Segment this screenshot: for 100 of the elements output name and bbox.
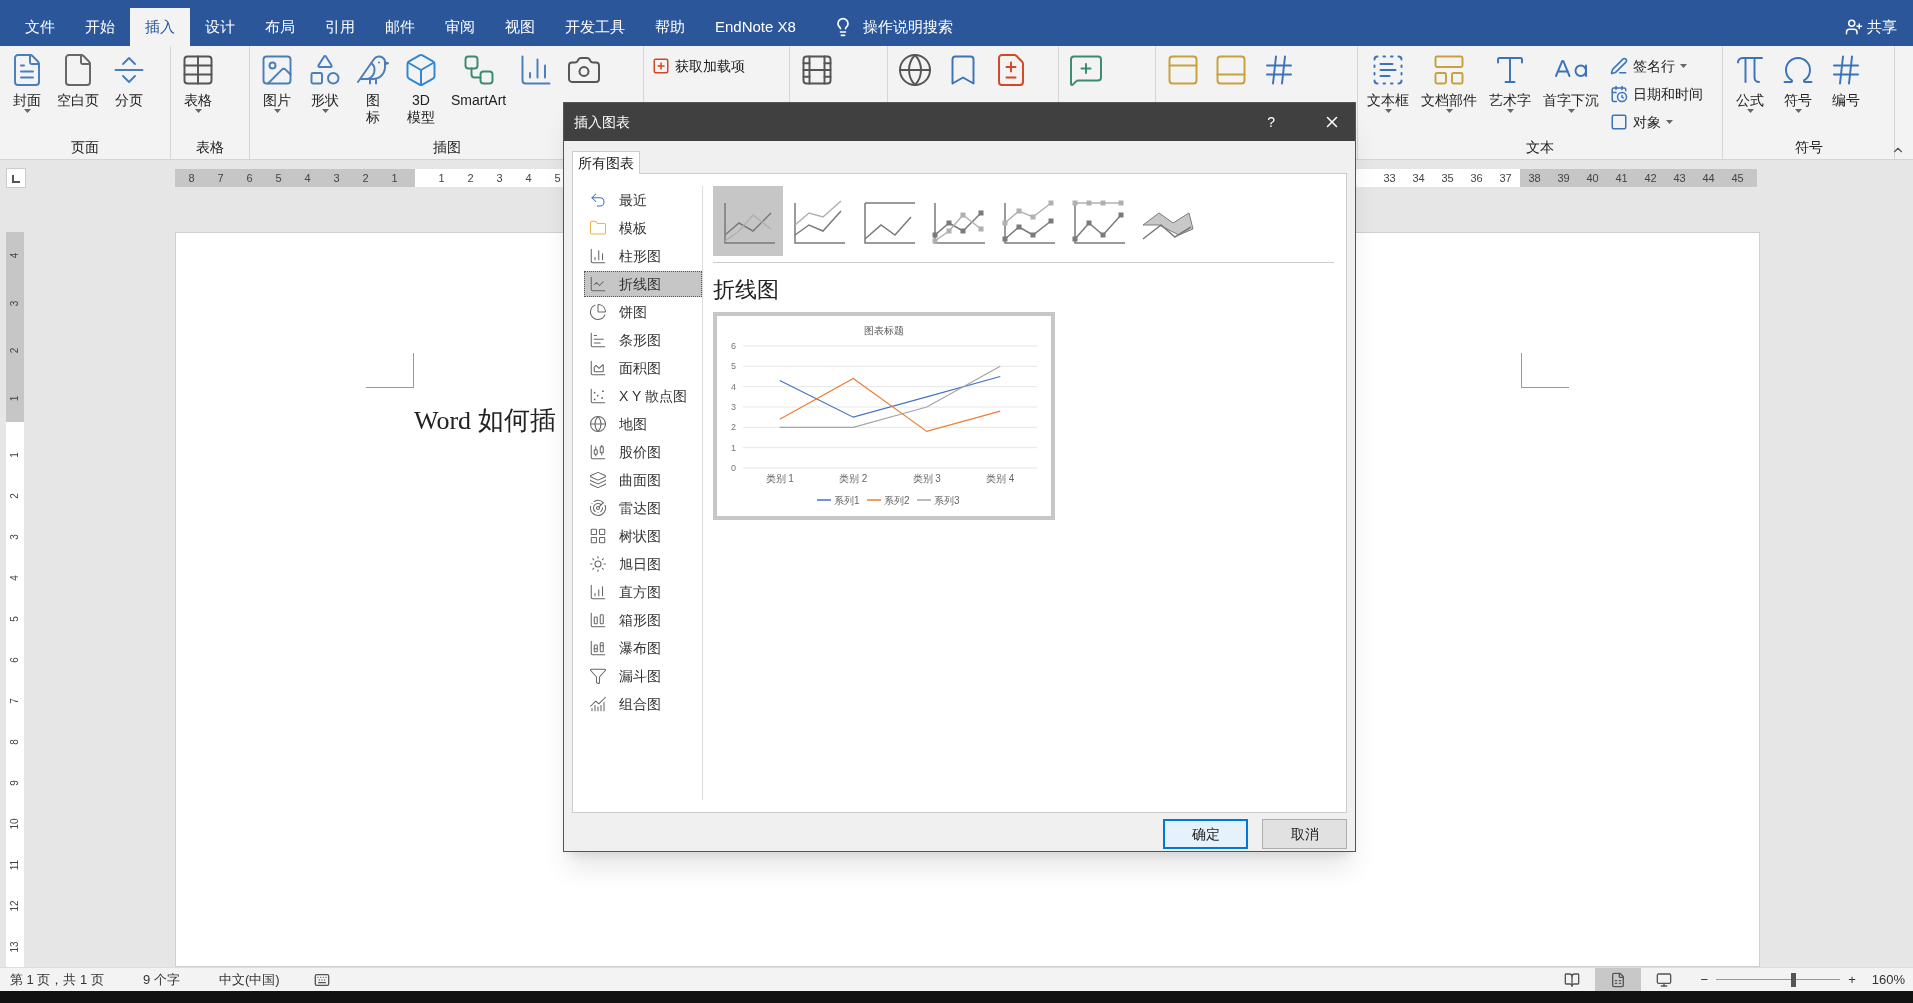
ribbon-button[interactable]: 空白页 [52, 52, 104, 137]
dialog-tab[interactable]: 所有图表 [572, 151, 640, 174]
calendar-clock-icon [1610, 85, 1628, 103]
ribbon-button[interactable]: 图片 [254, 52, 300, 137]
cancel-button[interactable]: 取消 [1262, 819, 1347, 849]
ribbon-tab[interactable]: 引用 [310, 8, 370, 46]
chart-type-item[interactable]: 曲面图 [584, 467, 702, 493]
ribbon-small-button[interactable]: 对象 [1610, 110, 1703, 134]
chart-type-item[interactable]: 模板 [584, 215, 702, 241]
zoom-slider[interactable] [1716, 971, 1841, 988]
ribbon-tab[interactable]: 帮助 [640, 8, 700, 46]
ribbon-button[interactable]: SmartArt [446, 52, 512, 137]
tab-selector[interactable] [6, 168, 26, 188]
chart-type-item[interactable]: 箱形图 [584, 607, 702, 633]
chart-type-item[interactable]: 树状图 [584, 523, 702, 549]
print-layout-button[interactable] [1594, 968, 1641, 991]
chart-type-item[interactable]: 饼图 [584, 299, 702, 325]
ruler-number: 43 [1672, 170, 1687, 186]
ribbon-button[interactable]: 封面 [4, 52, 50, 137]
search-field[interactable]: 操作说明搜索 [862, 15, 1063, 39]
y-tick-label: 1 [731, 442, 736, 453]
chart-type-item[interactable]: 最近 [584, 187, 702, 213]
word-count[interactable]: 9 个字 [143, 969, 219, 990]
ribbon-tab[interactable]: 开始 [70, 8, 130, 46]
chart-type-item[interactable]: 折线图 [584, 271, 702, 297]
ruler-number: 1 [390, 170, 399, 186]
ribbon-tab[interactable]: 邮件 [370, 8, 430, 46]
zoom-slider-thumb[interactable] [1790, 972, 1796, 987]
monitor-icon [1655, 971, 1672, 988]
ribbon-button[interactable]: 图标 [350, 52, 396, 137]
chart-type-item[interactable]: 股价图 [584, 439, 702, 465]
ok-button[interactable]: 确定 [1163, 819, 1248, 849]
caret-icon [23, 109, 31, 113]
zoom-out-button[interactable]: − [1696, 969, 1713, 990]
ruler-number: 8 [8, 739, 21, 745]
ruler-number: 4 [8, 575, 21, 581]
ruler-number: 2 [361, 170, 370, 186]
ribbon-small-button[interactable]: 获取加载项 [652, 54, 745, 78]
ribbon-tab[interactable]: 布局 [250, 8, 310, 46]
globe-icon [589, 415, 607, 433]
ribbon-tab[interactable]: 审阅 [430, 8, 490, 46]
add-in-icon [652, 57, 670, 75]
ribbon-button[interactable]: 符号 [1775, 52, 1821, 137]
chart-type-item[interactable]: 漏斗图 [584, 663, 702, 689]
x-tick-label: 类别 3 [912, 473, 941, 484]
ribbon-button[interactable]: 形状 [302, 52, 348, 137]
ribbon-button[interactable]: 3D 模型 [398, 52, 444, 137]
signature-icon [1610, 57, 1628, 75]
language-indicator[interactable]: 中文(中国) [219, 969, 314, 990]
zoom-in-button[interactable]: + [1844, 969, 1860, 990]
ruler-number: 4 [8, 252, 22, 259]
ribbon-tab[interactable]: 设计 [190, 8, 250, 46]
ribbon-button[interactable]: 艺术字 [1484, 52, 1536, 137]
y-tick-label: 4 [731, 381, 736, 392]
chart-type-item[interactable]: 面积图 [584, 355, 702, 381]
ribbon-tab[interactable]: 视图 [490, 8, 550, 46]
macro-record-icon[interactable] [314, 971, 330, 988]
caret-icon [1794, 109, 1802, 113]
histogram-icon [589, 583, 607, 601]
ruler-number: 3 [332, 170, 341, 186]
ruler-number: 5 [274, 170, 283, 186]
share-button[interactable]: 共享 [1867, 15, 1897, 39]
ribbon-tab[interactable]: 开发工具 [550, 8, 640, 46]
ribbon-small-button[interactable]: 签名行 [1610, 54, 1703, 78]
chart-type-item[interactable]: 条形图 [584, 327, 702, 353]
caret-icon [194, 109, 202, 113]
chart-type-item[interactable]: 雷达图 [584, 495, 702, 521]
ribbon-button[interactable]: 编号 [1823, 52, 1869, 137]
ribbon-small-button[interactable]: 日期和时间 [1610, 82, 1703, 106]
surface-chart-icon [589, 471, 607, 489]
zoom-percentage[interactable]: 160% [1871, 969, 1905, 990]
chart-type-item[interactable]: 旭日图 [584, 551, 702, 577]
page-count[interactable]: 第 1 页，共 1 页 [10, 969, 143, 990]
chart-type-item[interactable]: 瀑布图 [584, 635, 702, 661]
ribbon-tab[interactable]: 插入 [130, 8, 190, 46]
caret-icon [1680, 64, 1687, 68]
ribbon-button[interactable]: 首字下沉 [1538, 52, 1604, 137]
help-button[interactable]: ? [1267, 111, 1275, 133]
ribbon-button[interactable]: 公式 [1727, 52, 1773, 137]
ribbon-button[interactable]: 表格 [175, 52, 221, 137]
ruler-number: 37 [1498, 170, 1513, 186]
chart-type-item[interactable]: 直方图 [584, 579, 702, 605]
chart-type-item[interactable]: X Y 散点图 [584, 383, 702, 409]
ruler-number: 36 [1469, 170, 1484, 186]
chart-type-item[interactable]: 地图 [584, 411, 702, 437]
chart-type-item[interactable]: 柱形图 [584, 243, 702, 269]
ruler-number: 1 [8, 452, 21, 458]
dialog-title: 插入图表 [574, 112, 630, 132]
ruler-number: 3 [495, 170, 504, 186]
ribbon-button[interactable]: 文本框 [1362, 52, 1414, 137]
combo-chart-icon [589, 695, 607, 713]
ribbon-tab[interactable]: 文件 [10, 8, 70, 46]
ribbon-button[interactable]: 分页 [106, 52, 152, 137]
y-tick-label: 0 [731, 463, 736, 473]
ruler-number: 2 [8, 347, 22, 354]
x-tick-label: 类别 1 [765, 473, 794, 484]
ribbon-button[interactable]: 文档部件 [1416, 52, 1482, 137]
open-book-icon [1563, 971, 1580, 988]
chart-type-item[interactable]: 组合图 [584, 691, 702, 717]
ribbon-tab[interactable]: EndNote X8 [700, 8, 811, 46]
